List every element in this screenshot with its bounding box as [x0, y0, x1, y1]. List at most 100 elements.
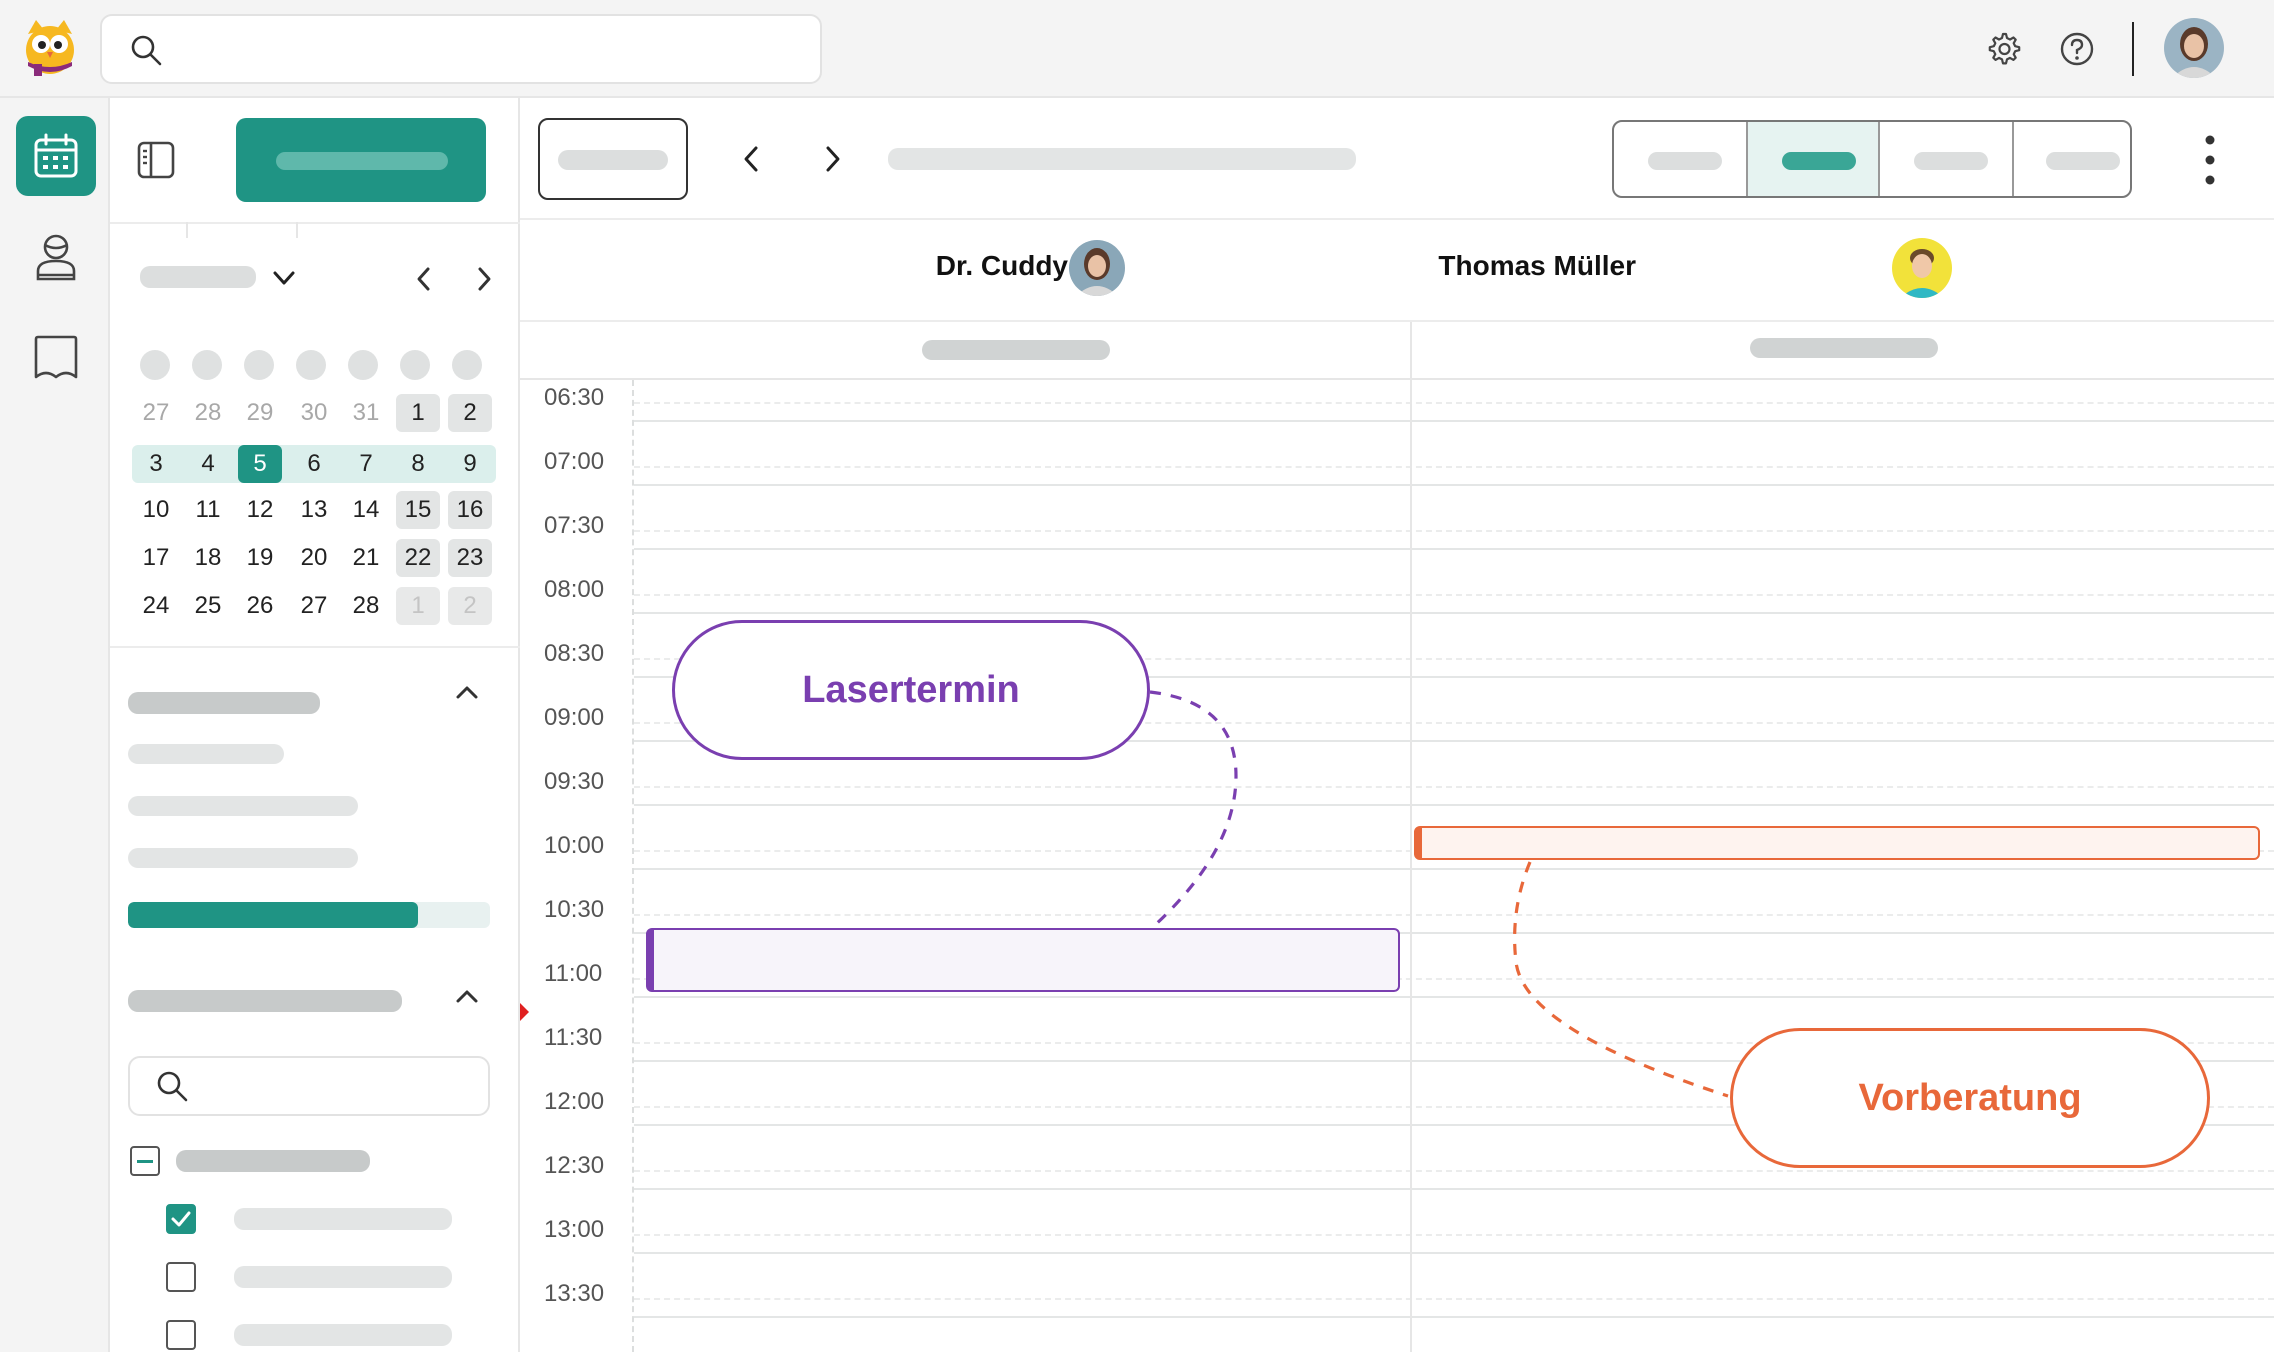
chevron-right-icon[interactable]: [816, 142, 848, 176]
search-input[interactable]: [100, 14, 822, 84]
date-placeholder: [1750, 338, 1938, 358]
search-icon: [131, 35, 162, 66]
mini-calendar-day[interactable]: 21: [344, 539, 388, 577]
progress-bar: [128, 902, 490, 928]
weekday-header: [400, 350, 430, 380]
gear-icon[interactable]: [1984, 30, 2022, 68]
mini-calendar-day[interactable]: 2: [448, 587, 492, 625]
button-label-placeholder: [558, 150, 668, 170]
owl-logo-icon[interactable]: [18, 14, 82, 78]
month-next-chevron-right-icon[interactable]: [470, 264, 498, 294]
mini-calendar-day[interactable]: 24: [134, 587, 178, 625]
mini-calendar-day[interactable]: 6: [292, 445, 336, 483]
divider: [186, 222, 188, 238]
help-icon[interactable]: [2058, 30, 2096, 68]
new-appointment-button[interactable]: [236, 118, 486, 202]
divider: [110, 646, 520, 648]
mini-calendar-day[interactable]: 28: [344, 587, 388, 625]
resource-checkbox[interactable]: [166, 1320, 196, 1350]
view-label-placeholder: [2046, 152, 2120, 170]
chevron-up-icon[interactable]: [452, 678, 482, 708]
mini-calendar-day[interactable]: 11: [186, 491, 230, 529]
mini-calendar-day[interactable]: 1: [396, 587, 440, 625]
mini-calendar-day[interactable]: 20: [292, 539, 336, 577]
mini-calendar-day[interactable]: 25: [186, 587, 230, 625]
mini-calendar-day[interactable]: 19: [238, 539, 282, 577]
mini-calendar-day[interactable]: 22: [396, 539, 440, 577]
all-day-row: [520, 322, 2274, 380]
mini-calendar-day[interactable]: 13: [292, 491, 336, 529]
view-option[interactable]: [1614, 122, 1746, 196]
callout-vorberatung: Vorberatung: [1730, 1028, 2210, 1168]
callout-connectors: [1149, 690, 1729, 1098]
filter-option-placeholder[interactable]: [128, 796, 358, 816]
date-placeholder: [922, 340, 1110, 360]
mini-calendar-day[interactable]: 27: [292, 587, 336, 625]
select-all-checkbox[interactable]: [130, 1146, 160, 1176]
mini-calendar-day[interactable]: 29: [238, 394, 282, 432]
mini-calendar-day[interactable]: 14: [344, 491, 388, 529]
more-vertical-icon[interactable]: [2200, 134, 2220, 186]
calendar-main: Dr. Cuddy Thomas Müller 06:30 07:00 07:30 0…: [520, 98, 2274, 1352]
mini-calendar-day[interactable]: 17: [134, 539, 178, 577]
sidebar: 27 28 29 30 31 1 2 3 4 5 6 7 8 9 10 11 12 13 14 15 16 17 18 19 2…: [110, 98, 520, 1352]
mini-calendar-day[interactable]: 31: [344, 394, 388, 432]
book-icon: [34, 335, 78, 379]
nav-calendar[interactable]: [16, 116, 96, 196]
filter-option-placeholder[interactable]: [128, 848, 358, 868]
month-label-placeholder: [140, 266, 256, 288]
user-avatar[interactable]: [2164, 18, 2224, 78]
mini-calendar-day[interactable]: 4: [186, 445, 230, 483]
mini-calendar-day[interactable]: 16: [448, 491, 492, 529]
callout-lasertermin: Lasertermin: [672, 620, 1150, 760]
view-option-active[interactable]: [1746, 122, 1880, 196]
chevron-left-icon[interactable]: [736, 142, 768, 176]
resource-checkbox[interactable]: [166, 1262, 196, 1292]
mini-calendar-day[interactable]: 30: [292, 394, 336, 432]
mini-calendar-day[interactable]: 27: [134, 394, 178, 432]
person-icon: [36, 234, 76, 281]
mini-calendar-day[interactable]: 28: [186, 394, 230, 432]
month-prev-chevron-left-icon[interactable]: [410, 264, 438, 294]
resource-name: Thomas Müller: [1438, 250, 1636, 281]
mini-calendar-day[interactable]: 1: [396, 394, 440, 432]
mini-calendar-day[interactable]: 9: [448, 445, 492, 483]
today-button[interactable]: [538, 118, 688, 200]
view-label-placeholder: [1914, 152, 1988, 170]
mini-calendar-day[interactable]: 7: [344, 445, 388, 483]
filter-option-placeholder[interactable]: [128, 744, 284, 764]
divider: [110, 222, 520, 224]
resource-avatar: [1892, 238, 1952, 298]
indeterminate-mark: [137, 1160, 153, 1163]
mini-calendar-day[interactable]: 18: [186, 539, 230, 577]
mini-calendar-day[interactable]: 10: [134, 491, 178, 529]
search-icon: [157, 1071, 188, 1102]
mini-calendar-day[interactable]: 12: [238, 491, 282, 529]
chevron-down-icon[interactable]: [270, 264, 298, 292]
date-range-placeholder: [888, 148, 1356, 170]
calendar-toolbar: [520, 98, 2274, 220]
mini-calendar-day[interactable]: 8: [396, 445, 440, 483]
view-option[interactable]: [2014, 122, 2130, 196]
top-bar: [0, 0, 2274, 98]
view-option[interactable]: [1880, 122, 2014, 196]
resource-name: Dr. Cuddy: [935, 250, 1068, 281]
chevron-up-icon[interactable]: [452, 982, 482, 1012]
resource-label-placeholder: [234, 1324, 452, 1346]
nav-patients[interactable]: [16, 218, 96, 298]
checkmark-icon: [171, 1211, 191, 1227]
weekday-header: [244, 350, 274, 380]
nav-catalog[interactable]: [16, 318, 96, 398]
mini-calendar-day[interactable]: 26: [238, 587, 282, 625]
mini-calendar-day[interactable]: 15: [396, 491, 440, 529]
mini-calendar-day[interactable]: 2: [448, 394, 492, 432]
mini-calendar-day[interactable]: 23: [448, 539, 492, 577]
weekday-header: [140, 350, 170, 380]
resource-checkbox[interactable]: [166, 1204, 196, 1234]
left-rail: [0, 98, 110, 1352]
mini-calendar-day[interactable]: 3: [134, 445, 178, 483]
resource-avatar: [1069, 240, 1125, 296]
filter-search-input[interactable]: [128, 1056, 490, 1116]
mini-calendar-day-selected[interactable]: 5: [238, 445, 282, 483]
sidebar-toggle-icon[interactable]: [136, 140, 176, 180]
